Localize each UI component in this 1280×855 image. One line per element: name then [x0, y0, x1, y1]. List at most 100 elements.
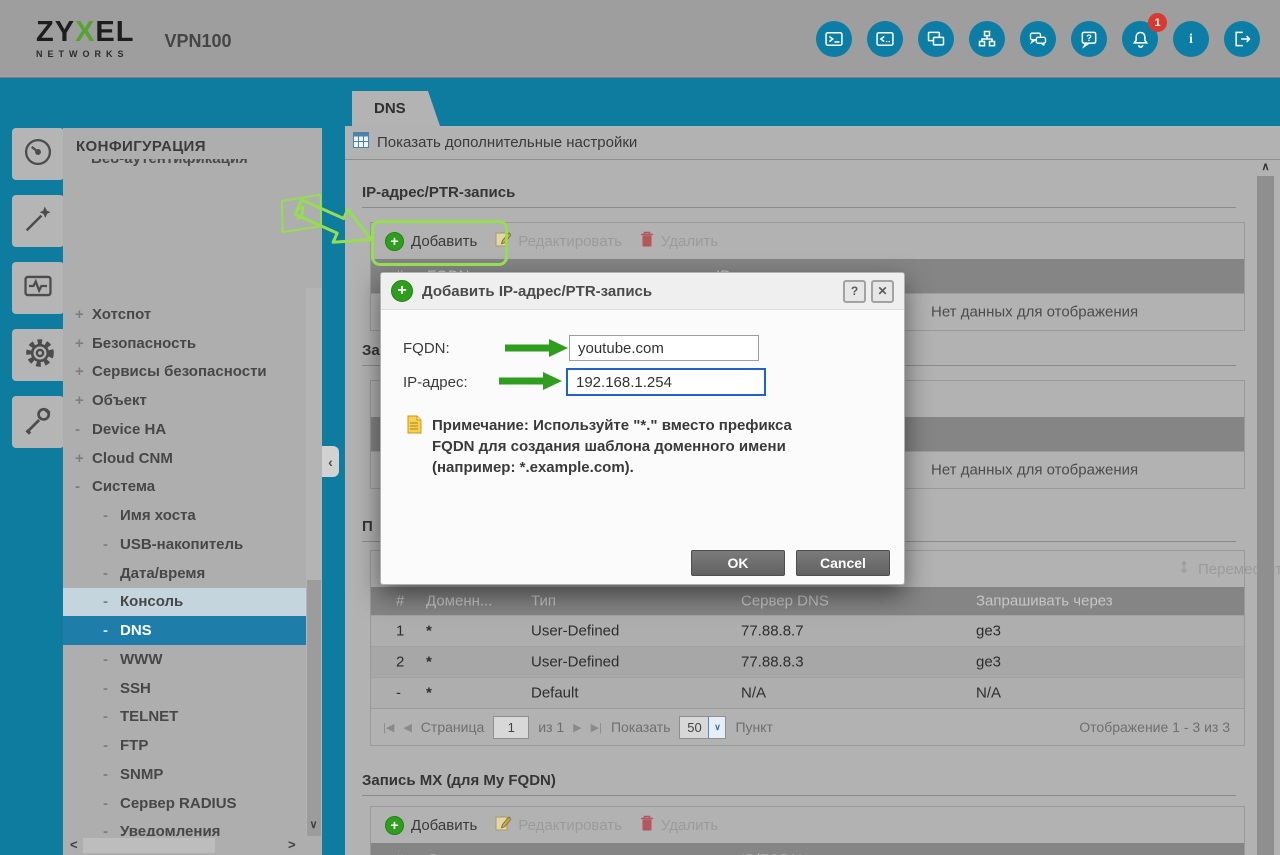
sidebar-hscrollbar[interactable]: < >	[63, 836, 322, 855]
content-scroll-up[interactable]: ∧	[1257, 160, 1274, 176]
dialog-title: Добавить IP-адрес/PTR-запись	[422, 282, 653, 300]
sidebar-item-clipped[interactable]: Веб-аутентификация	[63, 159, 322, 169]
sidebar-scroll-down[interactable]: ∨	[306, 818, 321, 831]
help-icon: ?	[1079, 29, 1099, 49]
cli-icon	[875, 29, 895, 49]
ip-address-label: IP-адрес:	[403, 373, 468, 391]
sidebar-item-ssh[interactable]: - SSH	[63, 674, 306, 703]
chat-icon	[1028, 29, 1048, 49]
add-button[interactable]: +Добавить	[385, 231, 477, 251]
sitemap-button[interactable]	[969, 21, 1005, 57]
wand-icon	[21, 202, 55, 241]
svg-text:i: i	[1189, 31, 1193, 46]
web-console-button[interactable]	[816, 21, 852, 57]
section-heading-mx: Запись MX (для My FQDN)	[362, 772, 1236, 796]
sidebar-item-dns[interactable]: - DNS	[63, 616, 306, 645]
sidebar-hscrollbar-thumb[interactable]	[83, 838, 215, 853]
next-page-icon[interactable]: ▶	[573, 721, 581, 734]
sidebar-item-cloud-cnm[interactable]: + Cloud CNM	[63, 444, 306, 473]
ip-address-input[interactable]	[566, 368, 766, 396]
sidebar-item-telnet[interactable]: - TELNET	[63, 703, 306, 732]
about-button[interactable]: i	[1173, 21, 1209, 57]
sidebar-item-radius-server[interactable]: - Сервер RADIUS	[63, 789, 306, 818]
advanced-settings-label: Показать дополнительные настройки	[377, 134, 638, 151]
ptr-toolbar: + Добавить Редактировать Удалить	[371, 223, 1244, 259]
mx-table-header: # ▲ Доменное имя IP/FQDN	[371, 843, 1244, 855]
sidebar-item-security[interactable]: + Безопасность	[63, 329, 306, 358]
wrench-icon	[21, 403, 55, 442]
zyxel-logo-networks: NETWORKS	[36, 49, 129, 59]
fqdn-input[interactable]	[569, 335, 759, 361]
add-button[interactable]: +Добавить	[385, 815, 477, 835]
sidebar-item-console[interactable]: - Консоль	[63, 587, 306, 617]
nav-configuration-tile[interactable]	[12, 329, 68, 381]
svg-text:?: ?	[1086, 33, 1092, 43]
note-doc-icon	[407, 415, 422, 478]
mx-table-box: +Добавить Редактировать Удалить # ▲ Доме…	[370, 806, 1245, 855]
sidebar-item-snmp[interactable]: - SNMP	[63, 760, 306, 789]
nav-wizard-tile[interactable]	[12, 195, 64, 247]
sidebar-item-security-services[interactable]: + Сервисы безопасности	[63, 358, 306, 387]
dialog-note: Примечание: Используйте "*." вместо преф…	[407, 415, 799, 478]
notification-badge: 1	[1148, 13, 1167, 32]
logout-button[interactable]	[1224, 21, 1260, 57]
page-number-input[interactable]	[493, 715, 530, 739]
sidebar-item-usb-storage[interactable]: - USB-накопитель	[63, 530, 306, 559]
sidebar-item-hostname[interactable]: - Имя хоста	[63, 501, 306, 530]
content-scrollbar[interactable]: ∧	[1257, 160, 1274, 855]
content-scrollbar-thumb[interactable]	[1257, 176, 1274, 855]
delete-button[interactable]: Удалить	[640, 231, 718, 251]
sidebar-menu: + Хотспот + Безопасность + Сервисы безопасн…	[63, 300, 306, 855]
sidebar-hscroll-left[interactable]: <	[70, 837, 78, 852]
sidebar-scrollbar-thumb[interactable]	[307, 580, 321, 855]
sidebar-item-object[interactable]: + Объект	[63, 386, 306, 415]
help-button[interactable]: ?	[1071, 21, 1107, 57]
notifications-button[interactable]: 1	[1122, 13, 1167, 57]
dialog-help-button[interactable]: ?	[843, 279, 866, 303]
sidebar: КОНФИГУРАЦИЯ Веб-аутентификация +Хотспот…	[63, 128, 322, 855]
grid-icon	[353, 132, 369, 153]
first-page-icon[interactable]: |◀	[383, 721, 394, 734]
gauge-icon	[21, 135, 55, 174]
tab-dns[interactable]: DNS	[352, 91, 440, 126]
sidebar-item-system[interactable]: - Система	[63, 473, 306, 502]
sidebar-hscroll-right[interactable]: >	[288, 837, 296, 852]
add-ptr-record-dialog: + Добавить IP-адрес/PTR-запись ? ✕ FQDN:…	[380, 272, 905, 585]
plus-icon: +	[385, 815, 404, 835]
sidebar-title: КОНФИГУРАЦИЯ	[76, 138, 206, 155]
zyxel-logo-wordmark: ZYXEL	[36, 16, 135, 48]
table-row[interactable]: 2 * User-Defined 77.88.8.3 ge3	[371, 646, 1244, 677]
cancel-button[interactable]: Cancel	[796, 550, 890, 576]
last-page-icon[interactable]: ▶|	[591, 721, 602, 734]
sidebar-item-ftp[interactable]: - FTP	[63, 731, 306, 760]
advanced-settings-toggle[interactable]: Показать дополнительные настройки	[345, 126, 1280, 160]
nav-monitor-tile[interactable]	[12, 262, 64, 314]
nav-dashboard-tile[interactable]	[12, 128, 64, 180]
page-size-select[interactable]: 50∨	[679, 715, 727, 739]
zyxel-logo: ZYXEL NETWORKS	[36, 18, 134, 59]
dialog-titlebar: + Добавить IP-адрес/PTR-запись ? ✕	[381, 273, 904, 310]
forum-button[interactable]	[1020, 21, 1056, 57]
table-row[interactable]: - * Default N/A N/A	[371, 677, 1244, 708]
edit-button[interactable]: Редактировать	[495, 231, 622, 251]
edit-button[interactable]: Редактировать	[495, 815, 622, 835]
empty-table-message: Нет данных для отображения	[931, 461, 1139, 479]
prev-page-icon[interactable]: ◀	[403, 721, 411, 734]
sidebar-collapse-handle[interactable]: ‹	[322, 446, 339, 477]
cli-button[interactable]	[867, 21, 903, 57]
info-icon: i	[1181, 29, 1201, 49]
trash-icon	[640, 231, 654, 251]
sidebar-item-hotspot[interactable]: + Хотспот	[63, 300, 306, 329]
sitemap-icon	[977, 29, 997, 49]
ok-button[interactable]: OK	[691, 550, 785, 576]
sidebar-item-www[interactable]: - WWW	[63, 645, 306, 674]
reference-button[interactable]	[918, 21, 954, 57]
sidebar-item-device-ha[interactable]: - Device HA	[63, 415, 306, 444]
nav-maintenance-tile[interactable]	[12, 396, 64, 448]
sidebar-item-date-time[interactable]: - Дата/время	[63, 559, 306, 588]
dialog-close-button[interactable]: ✕	[871, 279, 894, 303]
delete-button[interactable]: Удалить	[640, 815, 718, 835]
sidebar-scrollbar[interactable]	[306, 288, 322, 855]
fqdn-field-row: FQDN:	[403, 335, 759, 361]
table-row[interactable]: 1 * User-Defined 77.88.8.7 ge3	[371, 615, 1244, 646]
